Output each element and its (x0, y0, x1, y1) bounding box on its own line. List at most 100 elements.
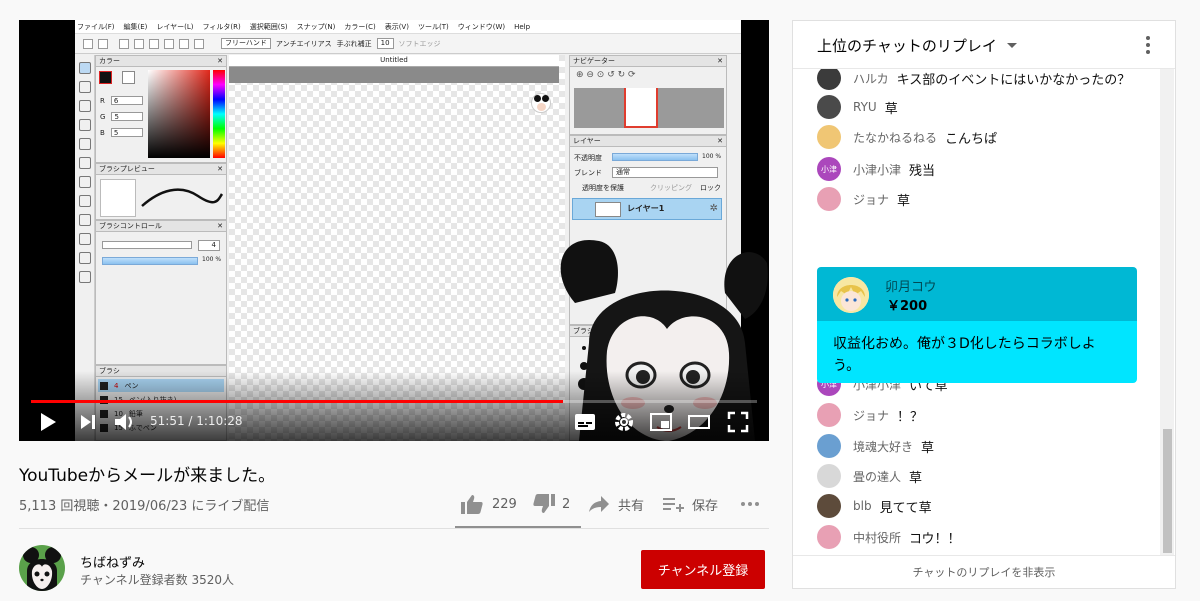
g-field: G5 (100, 112, 144, 121)
brush-opacity-bar (102, 257, 198, 265)
chat-mode-dropdown[interactable]: 上位のチャットのリプレイ (817, 35, 997, 56)
chat-author[interactable]: 中村役所 (853, 529, 901, 546)
app-menu-item: フィルタ(R) (202, 22, 241, 31)
layer-opacity-label: 不透明度 (574, 154, 602, 162)
lasso-icon (164, 38, 174, 49)
settings-button[interactable] (613, 410, 635, 434)
dislike-button[interactable]: 2 (532, 492, 570, 516)
navigator-thumbnail (574, 88, 724, 128)
next-button[interactable] (79, 410, 97, 434)
progress-bar[interactable] (31, 400, 757, 403)
super-chat-author[interactable]: 卯月コウ (885, 276, 936, 295)
gradient-tool-icon (79, 176, 91, 188)
brush-control-title: ブラシコントロール (99, 222, 162, 230)
chat-avatar[interactable] (817, 187, 841, 211)
chat-scroll-thumb[interactable] (1163, 429, 1172, 553)
b-value: 5 (110, 128, 143, 137)
chat-header: 上位のチャットのリプレイ (793, 21, 1175, 69)
eyedropper-tool-icon (79, 252, 91, 264)
channel-avatar[interactable] (19, 545, 65, 591)
chat-avatar[interactable] (817, 525, 841, 549)
chat-avatar[interactable] (817, 464, 841, 488)
progress-played (31, 400, 564, 403)
chat-author[interactable]: ハルカ (853, 70, 889, 87)
chat-avatar[interactable] (817, 494, 841, 518)
layer-opacity-value: 100 % (702, 153, 722, 160)
lock-check: ロック (700, 184, 721, 192)
chat-avatar[interactable] (817, 125, 841, 149)
chat-author[interactable]: ジョナ (853, 191, 889, 208)
volume-button[interactable] (113, 410, 137, 434)
r-field: R6 (100, 96, 143, 105)
more-vertical-icon[interactable] (1146, 36, 1150, 54)
miniplayer-button[interactable] (649, 410, 673, 434)
layer-thumbnail (595, 202, 621, 217)
antialias-check: アンチエイリアス (275, 39, 332, 48)
play-icon (41, 413, 56, 431)
super-chat-header: 卯月コウ ￥200 (817, 267, 1137, 321)
brush-preview-panel: ブラシプレビュー ✕ (95, 163, 227, 220)
super-chat-amount: ￥200 (887, 299, 928, 314)
subtitles-icon (575, 414, 595, 430)
channel-name[interactable]: ちばねずみ (80, 552, 145, 571)
playlist-add-icon (663, 498, 684, 512)
chat-avatar[interactable] (817, 403, 841, 427)
mode-select: フリーハンド (221, 38, 271, 49)
mouse-logo-icon (531, 93, 551, 113)
fill-tool-icon (79, 138, 91, 150)
chat-author[interactable]: blb (853, 499, 872, 513)
r-label: R (100, 97, 105, 105)
chat-author[interactable]: たなかねるねる (853, 129, 937, 146)
chat-author[interactable]: ジョナ (853, 407, 889, 424)
chat-author[interactable]: 畳の達人 (853, 468, 901, 485)
mouse-avatar-icon (23, 547, 61, 591)
chat-author[interactable]: 境魂大好き (853, 438, 913, 455)
play-button[interactable] (39, 410, 57, 434)
canvas-header-band (229, 67, 559, 83)
g-value: 5 (111, 112, 144, 121)
video-player[interactable]: ファイル(F) 編集(E) レイヤー(L) フィルタ(R) 選択範囲(S) スナップ(N)… (19, 20, 769, 441)
super-chat-avatar[interactable] (833, 277, 869, 313)
theater-button[interactable] (687, 410, 711, 434)
wand-icon (179, 38, 189, 49)
subscribe-button[interactable]: チャンネル登録 (641, 550, 765, 589)
fullscreen-button[interactable] (727, 410, 749, 434)
app-menubar: ファイル(F) 編集(E) レイヤー(L) フィルタ(R) 選択範囲(S) スナップ(N)… (75, 20, 741, 34)
chevron-down-icon[interactable] (1007, 43, 1017, 48)
chat-author[interactable]: 小津小津 (853, 161, 901, 178)
close-icon: ✕ (217, 57, 223, 65)
hide-chat-replay-button[interactable]: チャットのリプレイを非表示 (793, 555, 1175, 588)
blend-select: 通常 (612, 167, 718, 178)
app-menu-item: 編集(E) (123, 22, 148, 31)
b-field: B5 (100, 128, 143, 137)
lasso-tool-icon (79, 214, 91, 226)
save-button[interactable]: 保存 (662, 492, 718, 516)
chat-scrollbar[interactable] (1160, 69, 1174, 555)
chat-message: RYU 草 (817, 95, 898, 119)
like-button[interactable]: 229 (460, 492, 517, 516)
chat-message: ハルカ キス部のイベントにはいかなかったの？ (817, 69, 1130, 90)
chat-avatar[interactable] (817, 95, 841, 119)
chat-author[interactable]: RYU (853, 100, 877, 114)
color-panel-header: カラー ✕ (96, 56, 226, 67)
color-panel: カラー ✕ R6 G5 B5 (95, 55, 227, 163)
subtitles-button[interactable] (573, 410, 597, 434)
brush-size-value: 4 (198, 240, 220, 251)
chat-avatar[interactable] (817, 69, 841, 90)
share-button[interactable]: 共有 (588, 492, 644, 516)
chat-text: ！？ (897, 409, 924, 425)
chat-avatar[interactable]: 小津 (817, 157, 841, 181)
chat-avatar[interactable] (817, 434, 841, 458)
app-menu-item: ウィンドウ(W) (457, 22, 506, 31)
super-chat: 卯月コウ ￥200 収益化おめ。俺が３D化したらコラボしよう。 (817, 267, 1137, 383)
eraser-tool-icon (79, 81, 91, 93)
g-label: G (100, 113, 106, 121)
chat-message: blb 見てて草 (817, 494, 932, 518)
chat-text: 草 (897, 193, 911, 209)
app-toolbar: フリーハンド アンチエイリアス 手ぶれ補正 10 ソフトエッジ (75, 34, 741, 54)
primary-color-swatch (99, 71, 112, 84)
brush-preview-title: ブラシプレビュー (99, 165, 155, 173)
more-actions-button[interactable] (740, 492, 760, 516)
select-tool-icon (79, 195, 91, 207)
thumbs-down-icon (533, 494, 555, 513)
